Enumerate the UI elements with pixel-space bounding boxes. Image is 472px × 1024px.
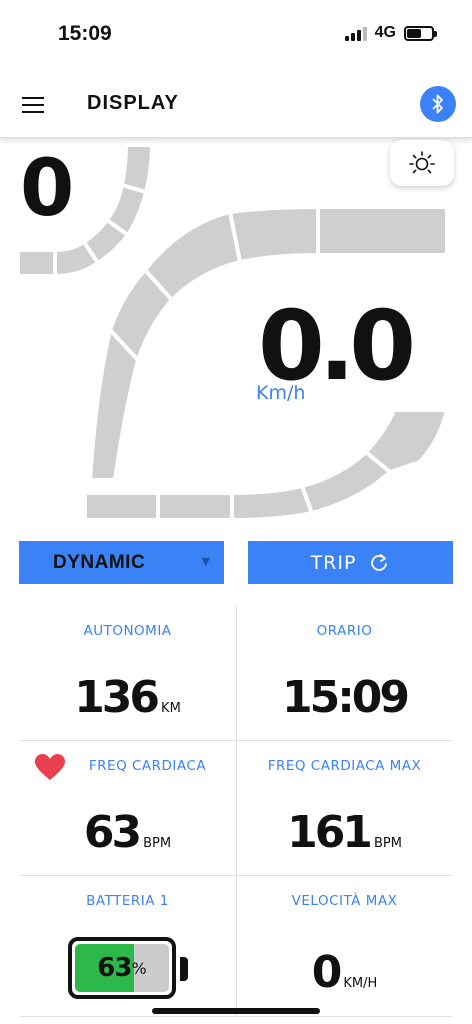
speed-track-segment — [230, 483, 315, 523]
speed-track-segment — [363, 408, 450, 475]
signal-icon — [344, 25, 367, 41]
trip-label: TRIP — [310, 551, 357, 574]
battery-gauge: 63% — [68, 937, 176, 999]
speed-track-segment — [156, 491, 234, 522]
mode-select[interactable]: DYNAMIC ▼ — [19, 541, 224, 584]
max-speed-label: VELOCITÀ MAX — [291, 893, 398, 909]
heart-rate-max-card: FREQ CARDIACA MAX 161 BPM — [236, 740, 453, 875]
assist-arc-segment — [119, 143, 155, 195]
orario-card: ORARIO 15:09 — [236, 605, 453, 740]
battery-card: BATTERIA 1 63% — [19, 875, 236, 1016]
info-grid: AUTONOMIA 136 KM ORARIO 15:09 FREQ CARDIA… — [19, 605, 453, 1017]
heart-rate-max-unit: BPM — [373, 836, 402, 851]
bluetooth-icon[interactable] — [420, 86, 456, 122]
network-type: 4G — [374, 24, 396, 41]
assist-arc-segment — [16, 248, 57, 278]
heart-rate-max-value: 161 — [287, 807, 373, 858]
status-bar: 15:09 4G — [0, 0, 472, 70]
max-speed-value: 0 — [311, 947, 343, 998]
trip-button[interactable]: TRIP — [248, 541, 453, 584]
menu-icon[interactable] — [22, 97, 44, 113]
heart-rate-unit: BPM — [143, 836, 172, 851]
heart-rate-card: FREQ CARDIACA 63 BPM — [19, 740, 236, 875]
speed-unit: Km/h — [256, 382, 306, 404]
refresh-icon — [371, 553, 388, 571]
battery-unit: % — [131, 958, 147, 978]
home-indicator[interactable] — [152, 1008, 320, 1014]
status-time: 15:09 — [58, 22, 112, 45]
speed-value: 0.0 — [258, 290, 416, 402]
status-indicators: 4G — [344, 24, 437, 42]
orario-value: 15:09 — [281, 672, 410, 723]
autonomia-unit: KM — [161, 701, 181, 716]
battery-value: 63 — [97, 953, 132, 983]
page-title: DISPLAY — [87, 92, 179, 114]
battery-status-icon — [404, 25, 437, 41]
mode-selected-label: DYNAMIC — [53, 551, 146, 573]
app-header: DISPLAY — [0, 70, 472, 138]
light-toggle-button[interactable] — [390, 140, 454, 186]
heart-rate-label: FREQ CARDIACA — [88, 758, 207, 774]
speed-track-segment — [87, 325, 141, 482]
battery-label: BATTERIA 1 — [86, 893, 169, 909]
speed-track-segment — [227, 204, 320, 265]
orario-label: ORARIO — [316, 623, 373, 639]
speed-track-segment — [83, 491, 160, 522]
assist-level-value: 0 — [20, 144, 74, 234]
autonomia-label: AUTONOMIA — [83, 623, 172, 639]
battery-tip — [180, 957, 188, 981]
max-speed-card: VELOCITÀ MAX 0 KM/H — [236, 875, 453, 1016]
heart-rate-max-label: FREQ CARDIACA MAX — [267, 758, 422, 774]
heart-rate-value: 63 — [83, 807, 142, 858]
sun-icon — [409, 151, 435, 174]
autonomia-card: AUTONOMIA 136 KM — [19, 605, 236, 740]
autonomia-value: 136 — [74, 672, 160, 723]
chevron-down-icon: ▼ — [201, 555, 210, 568]
max-speed-unit: KM/H — [343, 976, 378, 991]
speed-track-segment — [316, 205, 449, 257]
